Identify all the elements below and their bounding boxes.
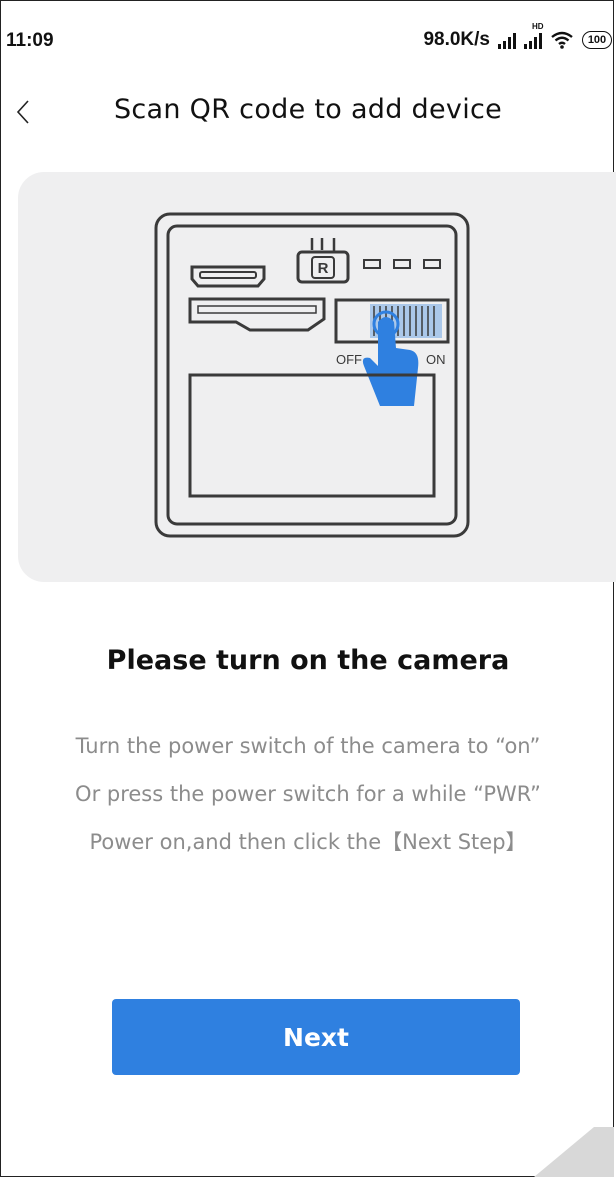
switch-on-label: ON	[426, 352, 446, 367]
network-speed: 98.0K/s	[423, 29, 490, 50]
status-bar: 11:09 98.0K/s HD 100	[0, 0, 616, 80]
instruction-text: Turn the power switch of the camera to “…	[0, 722, 616, 866]
instruction-line: Turn the power switch of the camera to “…	[75, 734, 541, 758]
instruction-title: Please turn on the camera	[106, 645, 510, 676]
reset-label: R	[318, 260, 329, 277]
camera-illustration-card: R OFF ON	[18, 172, 616, 582]
camera-power-switch-illustration: R OFF ON	[154, 212, 470, 538]
header: Scan QR code to add device	[0, 80, 616, 144]
signal-hd-icon: HD	[524, 22, 544, 49]
instruction-line: Power on,and then click the【Next Step】	[89, 830, 527, 854]
status-indicators: 98.0K/s HD 100	[423, 22, 612, 52]
hd-label: HD	[532, 22, 544, 31]
battery-icon: 100	[582, 31, 612, 49]
switch-off-label: OFF	[336, 352, 362, 367]
wifi-icon	[551, 31, 573, 49]
next-button[interactable]: Next	[112, 999, 520, 1075]
corner-decoration	[534, 1127, 614, 1177]
signal-icon	[498, 31, 516, 49]
page-title: Scan QR code to add device	[113, 94, 503, 125]
instruction-line: Or press the power switch for a while “P…	[75, 782, 541, 806]
status-time: 11:09	[6, 30, 54, 51]
